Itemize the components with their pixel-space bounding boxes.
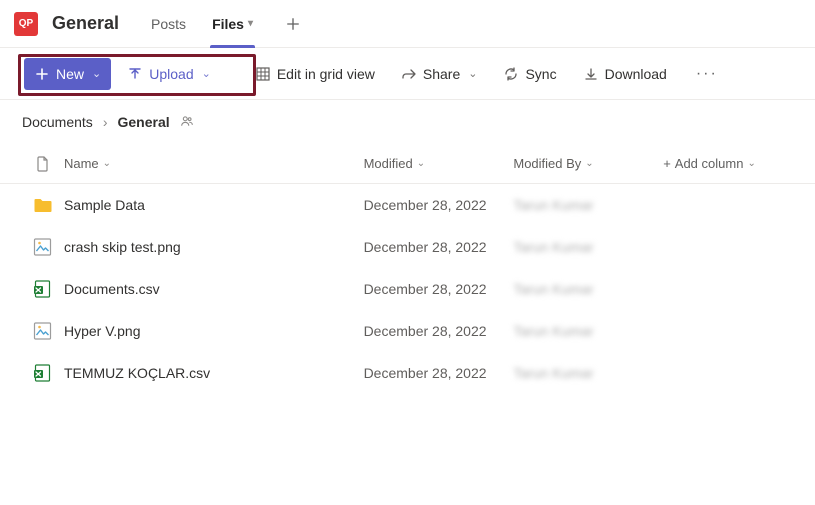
upload-icon <box>127 66 143 82</box>
people-access-icon[interactable] <box>180 114 194 131</box>
sync-button[interactable]: Sync <box>493 58 566 90</box>
breadcrumb-root[interactable]: Documents <box>22 114 93 130</box>
share-button[interactable]: Share ⌄ <box>391 58 488 90</box>
share-label: Share <box>423 66 460 82</box>
chevron-down-icon: ⌄ <box>747 158 755 169</box>
file-type-icon <box>22 363 64 383</box>
add-column-button[interactable]: + Add column ⌄ <box>663 156 793 171</box>
channel-title: General <box>52 13 119 34</box>
column-header-modified[interactable]: Modified ⌄ <box>364 156 514 171</box>
files-toolbar: New ⌄ Upload ⌄ Edit in grid view Share ⌄… <box>0 48 815 100</box>
file-name: crash skip test.png <box>64 239 181 255</box>
file-type-icon <box>22 321 64 341</box>
channel-header: QP General Posts Files ▾ <box>0 0 815 48</box>
tab-label: Files <box>212 16 244 32</box>
file-name-cell[interactable]: crash skip test.png <box>64 239 364 255</box>
table-row[interactable]: Hyper V.png December 28, 2022 Tarun Kuma… <box>0 310 815 352</box>
column-header-modified-by[interactable]: Modified By ⌄ <box>513 156 663 171</box>
download-label: Download <box>605 66 667 82</box>
upload-label: Upload <box>149 66 193 82</box>
chevron-down-icon: ▾ <box>248 18 253 29</box>
upload-button[interactable]: Upload ⌄ <box>117 58 221 90</box>
add-tab-button[interactable] <box>279 10 307 38</box>
file-modified-by-cell: Tarun Kumar <box>513 365 663 381</box>
edit-grid-label: Edit in grid view <box>277 66 375 82</box>
file-type-icon <box>22 195 64 215</box>
file-modified-cell: December 28, 2022 <box>364 365 514 381</box>
breadcrumb-current: General <box>117 114 169 130</box>
grid-icon <box>255 66 271 82</box>
edit-grid-button[interactable]: Edit in grid view <box>245 58 385 90</box>
file-modified-cell: December 28, 2022 <box>364 197 514 213</box>
file-name: Hyper V.png <box>64 323 141 339</box>
new-label: New <box>56 66 84 82</box>
ellipsis-icon: ··· <box>696 65 718 83</box>
chevron-right-icon: › <box>103 114 108 130</box>
column-header-name[interactable]: Name ⌄ <box>64 156 364 171</box>
chevron-down-icon: ⌄ <box>103 158 111 169</box>
table-row[interactable]: Sample Data December 28, 2022 Tarun Kuma… <box>0 184 815 226</box>
tab-label: Posts <box>151 16 186 32</box>
chevron-down-icon: ⌄ <box>585 158 593 169</box>
file-list: Sample Data December 28, 2022 Tarun Kuma… <box>0 184 815 394</box>
chevron-down-icon: ⌄ <box>417 158 425 169</box>
table-row[interactable]: TEMMUZ KOÇLAR.csv December 28, 2022 Taru… <box>0 352 815 394</box>
chevron-down-icon: ⌄ <box>92 67 101 80</box>
document-icon <box>36 156 50 172</box>
plus-icon <box>286 17 300 31</box>
file-name-cell[interactable]: Sample Data <box>64 197 364 213</box>
table-row[interactable]: Documents.csv December 28, 2022 Tarun Ku… <box>0 268 815 310</box>
download-icon <box>583 66 599 82</box>
file-modified-by-cell: Tarun Kumar <box>513 239 663 255</box>
tab-files[interactable]: Files ▾ <box>202 0 263 48</box>
chevron-down-icon: ⌄ <box>468 67 477 80</box>
column-label: Modified <box>364 156 413 171</box>
plus-icon: + <box>663 156 671 171</box>
more-actions-button[interactable]: ··· <box>691 58 723 90</box>
column-header-type[interactable] <box>22 156 64 172</box>
file-name: Documents.csv <box>64 281 160 297</box>
file-name-cell[interactable]: Hyper V.png <box>64 323 364 339</box>
column-label: Name <box>64 156 99 171</box>
sync-label: Sync <box>525 66 556 82</box>
file-type-icon <box>22 237 64 257</box>
file-modified-by-cell: Tarun Kumar <box>513 197 663 213</box>
file-name: TEMMUZ KOÇLAR.csv <box>64 365 210 381</box>
column-label: Modified By <box>513 156 581 171</box>
file-modified-by-cell: Tarun Kumar <box>513 323 663 339</box>
download-button[interactable]: Download <box>573 58 677 90</box>
file-name-cell[interactable]: Documents.csv <box>64 281 364 297</box>
file-name: Sample Data <box>64 197 145 213</box>
chevron-down-icon: ⌄ <box>202 67 211 80</box>
file-modified-cell: December 28, 2022 <box>364 323 514 339</box>
file-modified-by-cell: Tarun Kumar <box>513 281 663 297</box>
plus-icon <box>34 66 50 82</box>
file-modified-cell: December 28, 2022 <box>364 281 514 297</box>
share-icon <box>401 66 417 82</box>
new-button[interactable]: New ⌄ <box>24 58 111 90</box>
team-avatar[interactable]: QP <box>14 12 38 36</box>
column-header-row: Name ⌄ Modified ⌄ Modified By ⌄ + Add co… <box>0 144 815 184</box>
table-row[interactable]: crash skip test.png December 28, 2022 Ta… <box>0 226 815 268</box>
add-column-label: Add column <box>675 156 744 171</box>
file-modified-cell: December 28, 2022 <box>364 239 514 255</box>
file-type-icon <box>22 279 64 299</box>
sync-icon <box>503 66 519 82</box>
tab-posts[interactable]: Posts <box>141 0 196 48</box>
file-name-cell[interactable]: TEMMUZ KOÇLAR.csv <box>64 365 364 381</box>
breadcrumb: Documents › General <box>0 100 815 144</box>
